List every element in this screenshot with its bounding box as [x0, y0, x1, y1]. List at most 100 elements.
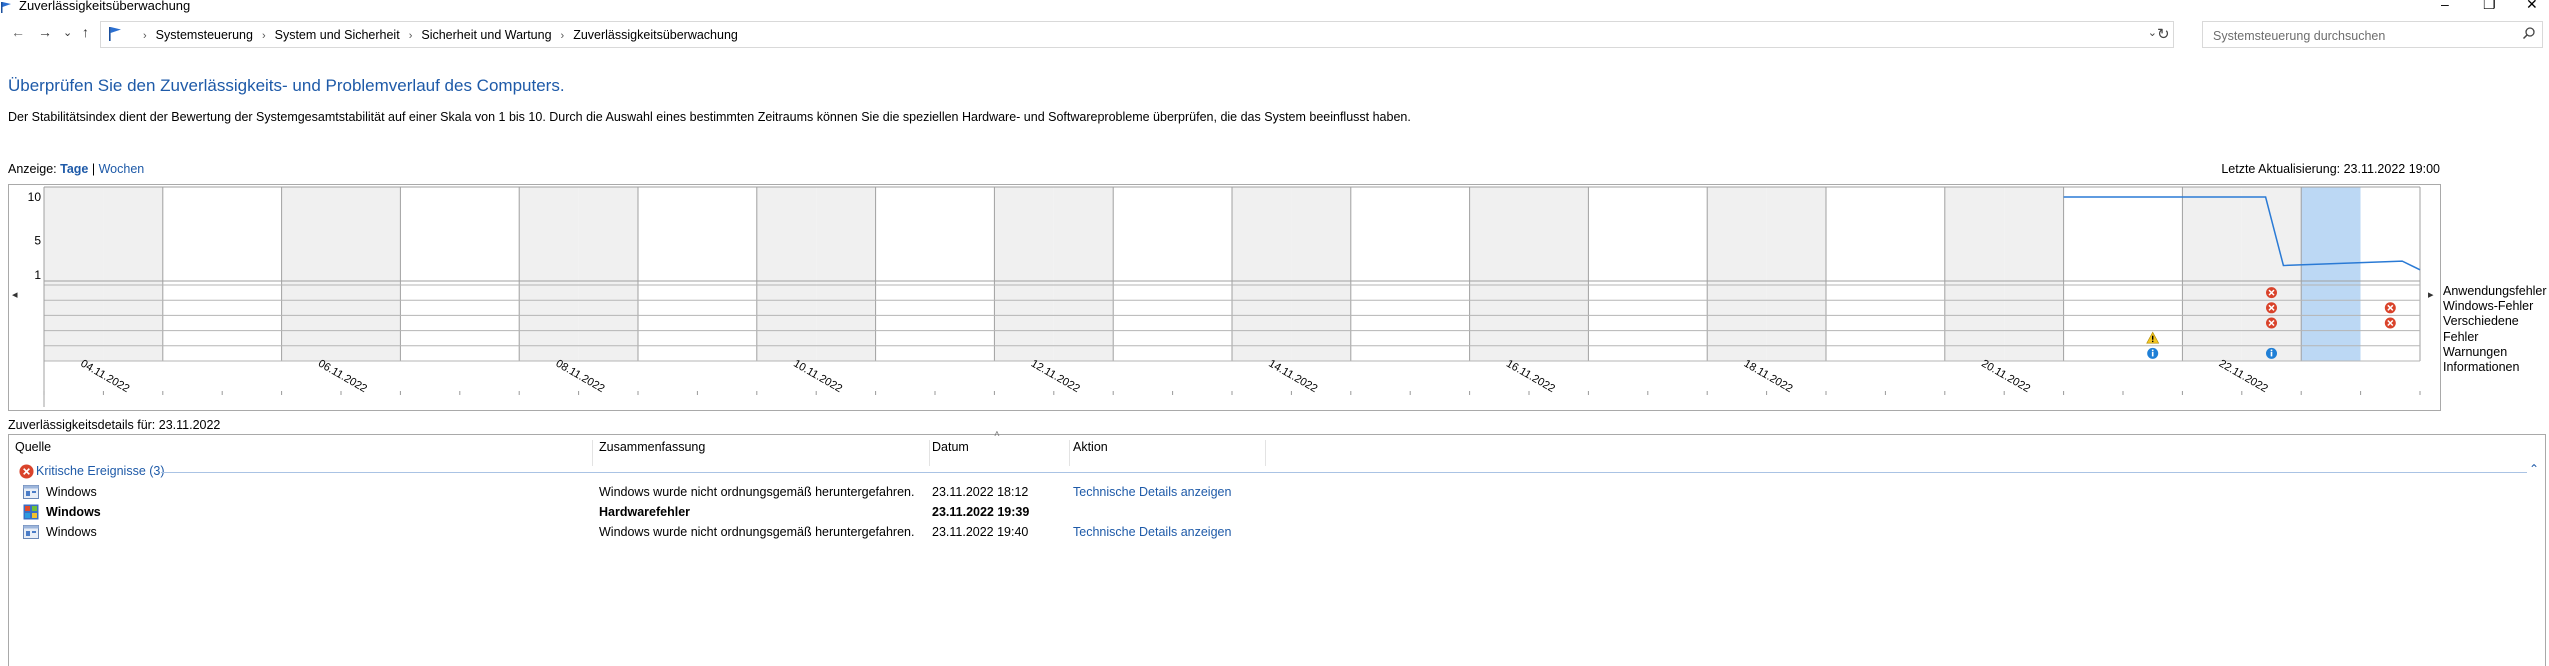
group-title: Kritische Ereignisse (3) — [36, 464, 165, 478]
x-axis-date-label: 14.11.2022 — [1266, 358, 1319, 396]
day-column — [816, 187, 876, 361]
x-axis-date-label: 06.11.2022 — [316, 358, 369, 396]
breadcrumb-item[interactable]: Zuverlässigkeitsüberwachung — [573, 28, 738, 42]
day-column — [935, 187, 995, 361]
breadcrumb-item[interactable]: System und Sicherheit — [275, 28, 400, 42]
day-column — [2004, 187, 2064, 361]
row-summary: Windows wurde nicht ordnungsgemäß herunt… — [599, 485, 915, 499]
column-header-date[interactable]: Datum — [932, 440, 969, 454]
column-header-source[interactable]: Quelle — [15, 440, 51, 454]
y-tick-label: 1 — [34, 268, 41, 282]
minimize-icon[interactable]: – — [2441, 0, 2449, 12]
day-column — [341, 187, 401, 361]
row-label-warnings: Warnungen — [2443, 344, 2508, 359]
breadcrumb-separator-icon: › — [560, 30, 565, 42]
table-row[interactable]: Windows Hardwarefehler 23.11.2022 19:39 — [9, 502, 1267, 522]
forward-arrow-icon[interactable]: → — [38, 24, 52, 40]
search-icon[interactable] — [2522, 26, 2536, 45]
row-date: 23.11.2022 18:12 — [932, 485, 1029, 499]
row-summary: Hardwarefehler — [599, 505, 691, 519]
scroll-left-icon[interactable]: ◂ — [12, 288, 18, 301]
page-description: Der Stabilitätsindex dient der Bewertung… — [8, 110, 1411, 124]
column-header-summary[interactable]: Zusammenfassung — [599, 440, 705, 454]
refresh-icon[interactable]: ↻ — [2157, 25, 2170, 43]
day-column — [994, 187, 1054, 361]
breadcrumb-item[interactable]: Systemsteuerung — [156, 28, 253, 42]
collapse-group-icon[interactable]: ⌃ — [2529, 462, 2539, 476]
day-column — [519, 187, 579, 361]
day-column — [44, 187, 104, 361]
window-title: Zuverlässigkeitsüberwachung — [19, 0, 191, 13]
details-title: Zuverlässigkeitsdetails für: 23.11.2022 — [8, 418, 221, 432]
day-column — [1410, 187, 1470, 361]
x-axis-date-label: 16.11.2022 — [1504, 358, 1557, 396]
group-critical-events[interactable]: Kritische Ereignisse (3) ⌃ — [9, 462, 2545, 481]
view-label: Anzeige: — [8, 162, 57, 176]
day-column — [1232, 187, 1292, 361]
row-label-application-errors: Anwendungsfehler — [2443, 284, 2547, 298]
day-column — [1885, 187, 1945, 361]
view-selector: Anzeige: Tage | Wochen — [8, 162, 144, 176]
day-column — [1172, 187, 1232, 361]
view-separator: | — [91, 162, 96, 176]
technical-details-link[interactable]: Technische Details anzeigen — [1073, 525, 1231, 539]
x-axis-date-label: 20.11.2022 — [1979, 358, 2032, 396]
view-days-link[interactable]: Tage — [60, 162, 88, 176]
windows-app-icon — [23, 485, 39, 502]
chevron-down-icon[interactable]: ⌄ — [2148, 26, 2157, 39]
details-table: Quelle Zusammenfassung Datum ˄ Aktion Kr… — [8, 429, 2546, 666]
search-box[interactable] — [2202, 21, 2543, 48]
column-header-action[interactable]: Aktion — [1073, 440, 1108, 454]
reliability-flag-icon — [0, 0, 12, 18]
row-label-information: Informationen — [2443, 360, 2520, 375]
info-icon-stem — [2151, 351, 2154, 357]
day-column — [222, 187, 282, 361]
day-column — [1826, 187, 1886, 361]
x-axis-date-label: 22.11.2022 — [2217, 358, 2270, 396]
scroll-right-icon[interactable]: ▸ — [2428, 288, 2434, 301]
hardware-error-icon — [23, 504, 39, 523]
row-date: 23.11.2022 19:40 — [932, 525, 1029, 539]
row-label-misc-errors: Verschiedene Fehler — [2443, 314, 2519, 344]
info-icon-dot — [2151, 349, 2154, 352]
x-axis-date-label: 08.11.2022 — [554, 358, 607, 396]
day-column — [1350, 187, 1411, 361]
day-column — [1588, 187, 1648, 361]
day-column — [1647, 187, 1708, 361]
view-weeks-link[interactable]: Wochen — [99, 162, 145, 176]
day-column — [281, 187, 341, 361]
x-axis-date-label: 04.11.2022 — [78, 358, 131, 396]
day-column — [1053, 187, 1114, 361]
breadcrumb-separator-icon: › — [261, 30, 266, 42]
title-bar: Zuverlässigkeitsüberwachung – ❐ ✕ — [0, 0, 2549, 14]
recent-locations-icon[interactable]: ⌄ — [63, 26, 72, 39]
day-column — [1944, 187, 2005, 361]
day-column — [1529, 187, 1589, 361]
search-input[interactable] — [2211, 26, 2515, 45]
day-column — [1707, 187, 1767, 361]
last-update-text: Letzte Aktualisierung: 23.11.2022 19:00 — [2221, 162, 2440, 176]
day-column — [638, 187, 698, 361]
breadcrumb-item[interactable]: Sicherheit und Wartung — [421, 28, 551, 42]
reliability-chart-svg[interactable]: 10 5 1 04.11.2022 06.11.2022 08.11.2022 10.11.… — [9, 185, 2440, 410]
table-row[interactable]: Windows Windows wurde nicht ordnungsgemä… — [9, 482, 1267, 502]
sort-ascending-icon: ˄ — [994, 429, 1000, 440]
row-source: Windows — [46, 485, 97, 499]
warning-icon-dot — [2152, 340, 2154, 343]
back-arrow-icon[interactable]: ← — [11, 24, 25, 40]
day-column — [875, 187, 935, 361]
day-column — [2301, 187, 2361, 361]
breadcrumb: › Systemsteuerung › System und Sicherheit › S… — [143, 28, 738, 42]
day-column — [1291, 187, 1351, 361]
day-column — [1469, 187, 1529, 361]
row-label-windows-errors: Windows-Fehler — [2443, 299, 2534, 314]
table-row[interactable]: Windows Windows wurde nicht ordnungsgemä… — [9, 522, 1267, 542]
technical-details-link[interactable]: Technische Details anzeigen — [1073, 485, 1231, 499]
close-icon[interactable]: ✕ — [2526, 0, 2538, 13]
info-icon-stem — [2270, 351, 2273, 357]
address-bar[interactable]: › Systemsteuerung › System und Sicherheit › S… — [100, 21, 2174, 48]
maximize-icon[interactable]: ❐ — [2483, 0, 2496, 13]
reliability-chart[interactable]: 10 5 1 04.11.2022 06.11.2022 08.11.2022 10.11.… — [8, 184, 2441, 411]
breadcrumb-separator-icon: › — [143, 30, 147, 42]
up-arrow-icon[interactable]: ↑ — [82, 24, 89, 40]
